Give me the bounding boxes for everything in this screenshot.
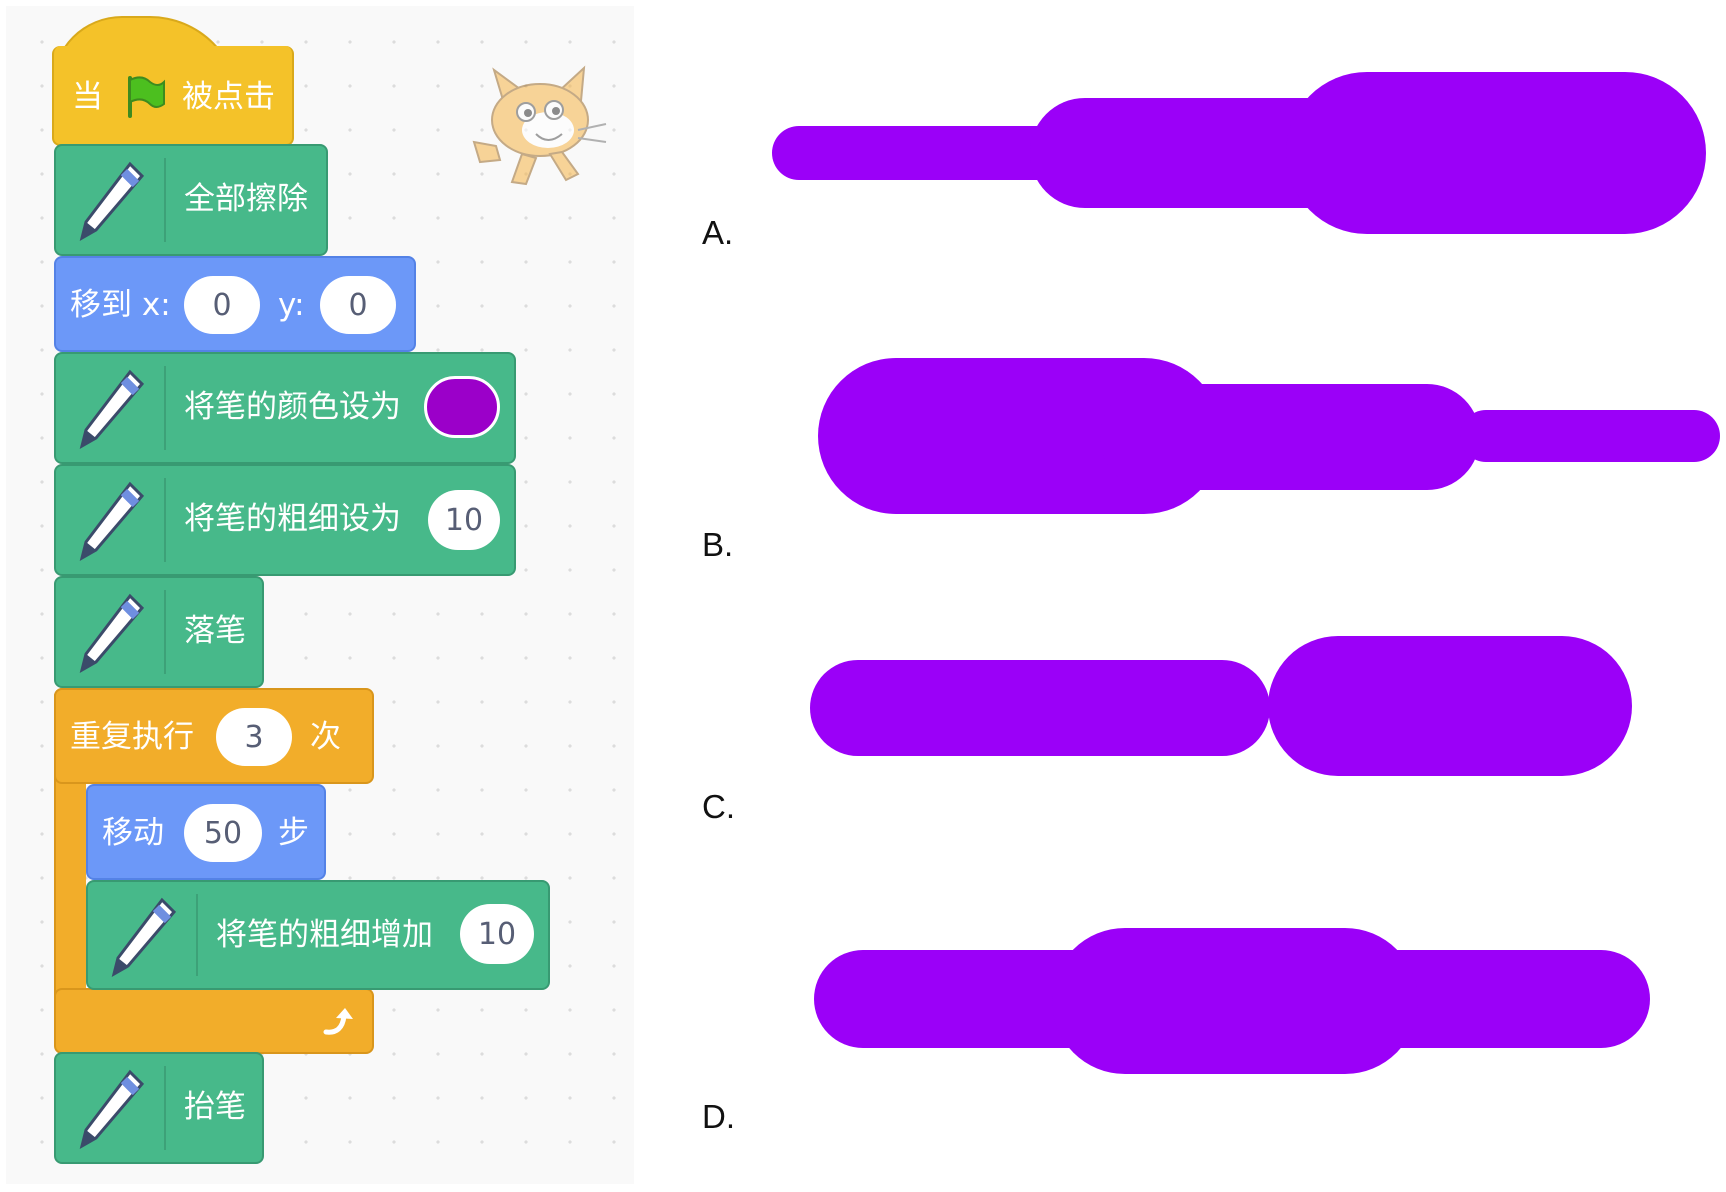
option-b-label: B. bbox=[702, 526, 734, 563]
option-c-label: C. bbox=[702, 788, 735, 825]
option-b-stroke bbox=[818, 358, 1720, 514]
option-c-stroke bbox=[810, 636, 1632, 776]
option-a-stroke bbox=[772, 72, 1706, 234]
answer-options bbox=[772, 72, 1720, 1074]
option-d-label: D. bbox=[702, 1098, 735, 1135]
option-a-label: A. bbox=[702, 214, 734, 251]
option-d-stroke bbox=[814, 928, 1650, 1074]
